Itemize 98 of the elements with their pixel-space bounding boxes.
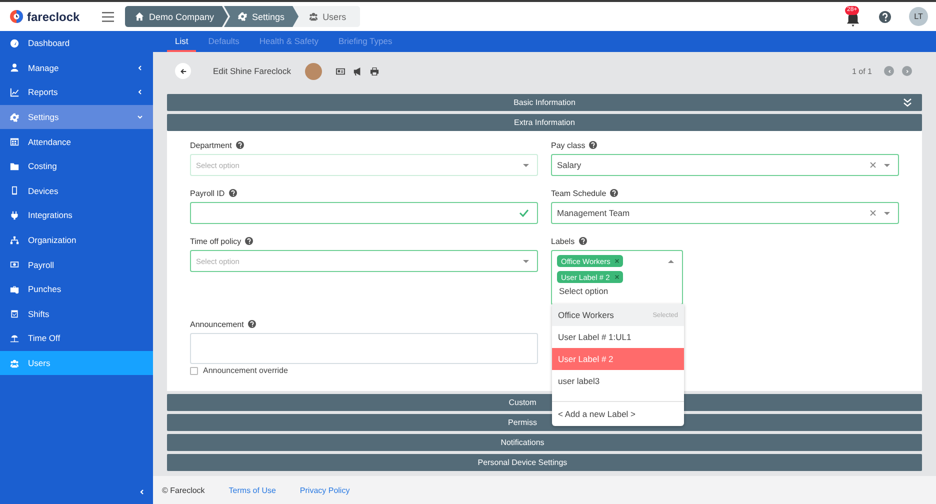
home-icon — [135, 12, 144, 21]
help-icon[interactable] — [228, 189, 237, 197]
field-label: Announcement — [190, 320, 244, 328]
help-icon[interactable] — [245, 237, 254, 245]
sidebar-item[interactable]: Punches — [0, 276, 153, 302]
photo-placeholder — [304, 62, 322, 80]
sidebar-item[interactable]: Devices — [0, 178, 153, 204]
chart-icon — [10, 88, 19, 97]
field-label: Labels — [551, 236, 575, 246]
sidebar-item[interactable]: Manage — [0, 56, 153, 80]
gauge-icon — [10, 38, 19, 48]
user-icon — [10, 63, 19, 72]
dropdown-option[interactable]: User Label # 1:UL1 — [552, 326, 684, 348]
remove-icon[interactable] — [614, 275, 619, 279]
briefcase-icon — [10, 284, 19, 294]
logo-icon — [10, 10, 23, 23]
section-header[interactable]: Extra Information — [167, 114, 922, 131]
select-field[interactable]: Salary — [551, 154, 899, 176]
checkbox[interactable] — [190, 366, 198, 374]
page-counter: 1 of 1 — [852, 66, 872, 76]
section-title: Extra Information — [514, 118, 575, 127]
help-icon[interactable] — [578, 237, 587, 245]
section-header[interactable]: Notifications — [167, 434, 922, 451]
user-avatar[interactable]: LT — [909, 7, 928, 26]
chevron-left-icon — [886, 68, 892, 74]
sidebar-item[interactable]: Shifts — [0, 302, 153, 326]
calendar-icon — [10, 137, 19, 146]
double-chevron-down-icon[interactable] — [903, 98, 912, 107]
help-icon[interactable] — [610, 189, 618, 197]
sidebar-item[interactable]: Dashboard — [0, 31, 153, 56]
copyright: © Fareclock — [162, 486, 205, 494]
menu-icon[interactable] — [102, 12, 114, 22]
chevron-icon — [137, 89, 143, 96]
remove-icon[interactable] — [615, 259, 620, 263]
section-header[interactable]: Personal Device Settings — [167, 454, 922, 471]
sidebar-item[interactable]: Costing — [0, 154, 153, 179]
breadcrumb[interactable]: Settings — [224, 6, 299, 27]
breadcrumb[interactable]: Demo Company — [125, 6, 228, 27]
arrow-left-icon — [180, 68, 186, 74]
help-icon[interactable] — [248, 320, 256, 328]
gear-icon — [10, 112, 19, 122]
users-icon — [308, 12, 318, 21]
help-icon[interactable] — [879, 10, 891, 22]
megaphone-icon[interactable] — [352, 66, 362, 76]
sidebar-item[interactable]: Attendance — [0, 129, 153, 154]
help-icon[interactable] — [589, 141, 598, 149]
field-label: Department — [190, 140, 232, 150]
caret-icon[interactable] — [884, 212, 890, 214]
help-icon[interactable] — [236, 141, 244, 149]
footer-link[interactable]: Privacy Policy — [300, 486, 350, 494]
field-label: Time off policy — [190, 236, 242, 246]
calendar-icon — [10, 309, 19, 318]
chevron-left-icon[interactable] — [139, 489, 145, 495]
sidebar-item[interactable]: Integrations — [0, 203, 153, 228]
select-field[interactable]: Management Team — [551, 202, 899, 224]
folder-icon — [10, 162, 19, 171]
input-field[interactable] — [190, 202, 538, 224]
section-title: Custom — [508, 398, 536, 407]
footer-link[interactable]: Terms of Use — [228, 486, 276, 494]
sidebar-item[interactable]: Reports — [0, 80, 153, 105]
checkmark-icon — [519, 209, 529, 217]
dropdown-option[interactable]: user label3 — [552, 370, 684, 392]
sidebar-item[interactable]: Organization — [0, 228, 153, 252]
chevron-right-icon — [904, 68, 910, 74]
id-card-icon[interactable] — [336, 66, 345, 76]
checkbox-label[interactable]: Announcement override — [203, 366, 288, 375]
phone-icon — [10, 186, 19, 196]
select-placeholder: Select option — [558, 286, 610, 296]
section-title: Permiss — [508, 418, 537, 427]
field-label: Pay class — [551, 140, 586, 150]
umbrella-icon — [10, 334, 19, 343]
chevron-icon — [137, 114, 143, 120]
hierarchy-icon — [10, 236, 19, 245]
field-label: Team Schedule — [551, 188, 606, 198]
clear-icon[interactable] — [870, 210, 876, 216]
back-button[interactable] — [175, 63, 191, 79]
clear-icon[interactable] — [870, 162, 876, 168]
gear-icon — [238, 12, 248, 21]
banknote-icon — [10, 260, 19, 270]
caret-icon[interactable] — [523, 164, 529, 166]
sidebar-item[interactable]: Payroll — [0, 252, 153, 277]
option-label: Office Workers — [558, 310, 614, 320]
caret-icon[interactable] — [668, 260, 674, 263]
sidebar-item[interactable]: Time Off — [0, 326, 153, 351]
section-title: Basic Information — [514, 98, 576, 107]
users-icon — [10, 358, 19, 368]
section-title: Personal Device Settings — [478, 458, 568, 467]
section-title: Notifications — [500, 438, 544, 447]
logo-text: fareclock — [27, 10, 80, 24]
field-label: Payroll ID — [190, 188, 225, 198]
print-icon[interactable] — [370, 66, 379, 76]
plug-icon — [10, 210, 19, 220]
section-header[interactable]: Basic Information — [167, 94, 922, 111]
caret-icon[interactable] — [884, 164, 890, 166]
page-title: Edit Shine Fareclock — [213, 66, 291, 76]
sidebar-item[interactable]: Settings — [0, 104, 153, 130]
caret-icon[interactable] — [523, 260, 529, 262]
chevron-icon — [137, 64, 143, 71]
